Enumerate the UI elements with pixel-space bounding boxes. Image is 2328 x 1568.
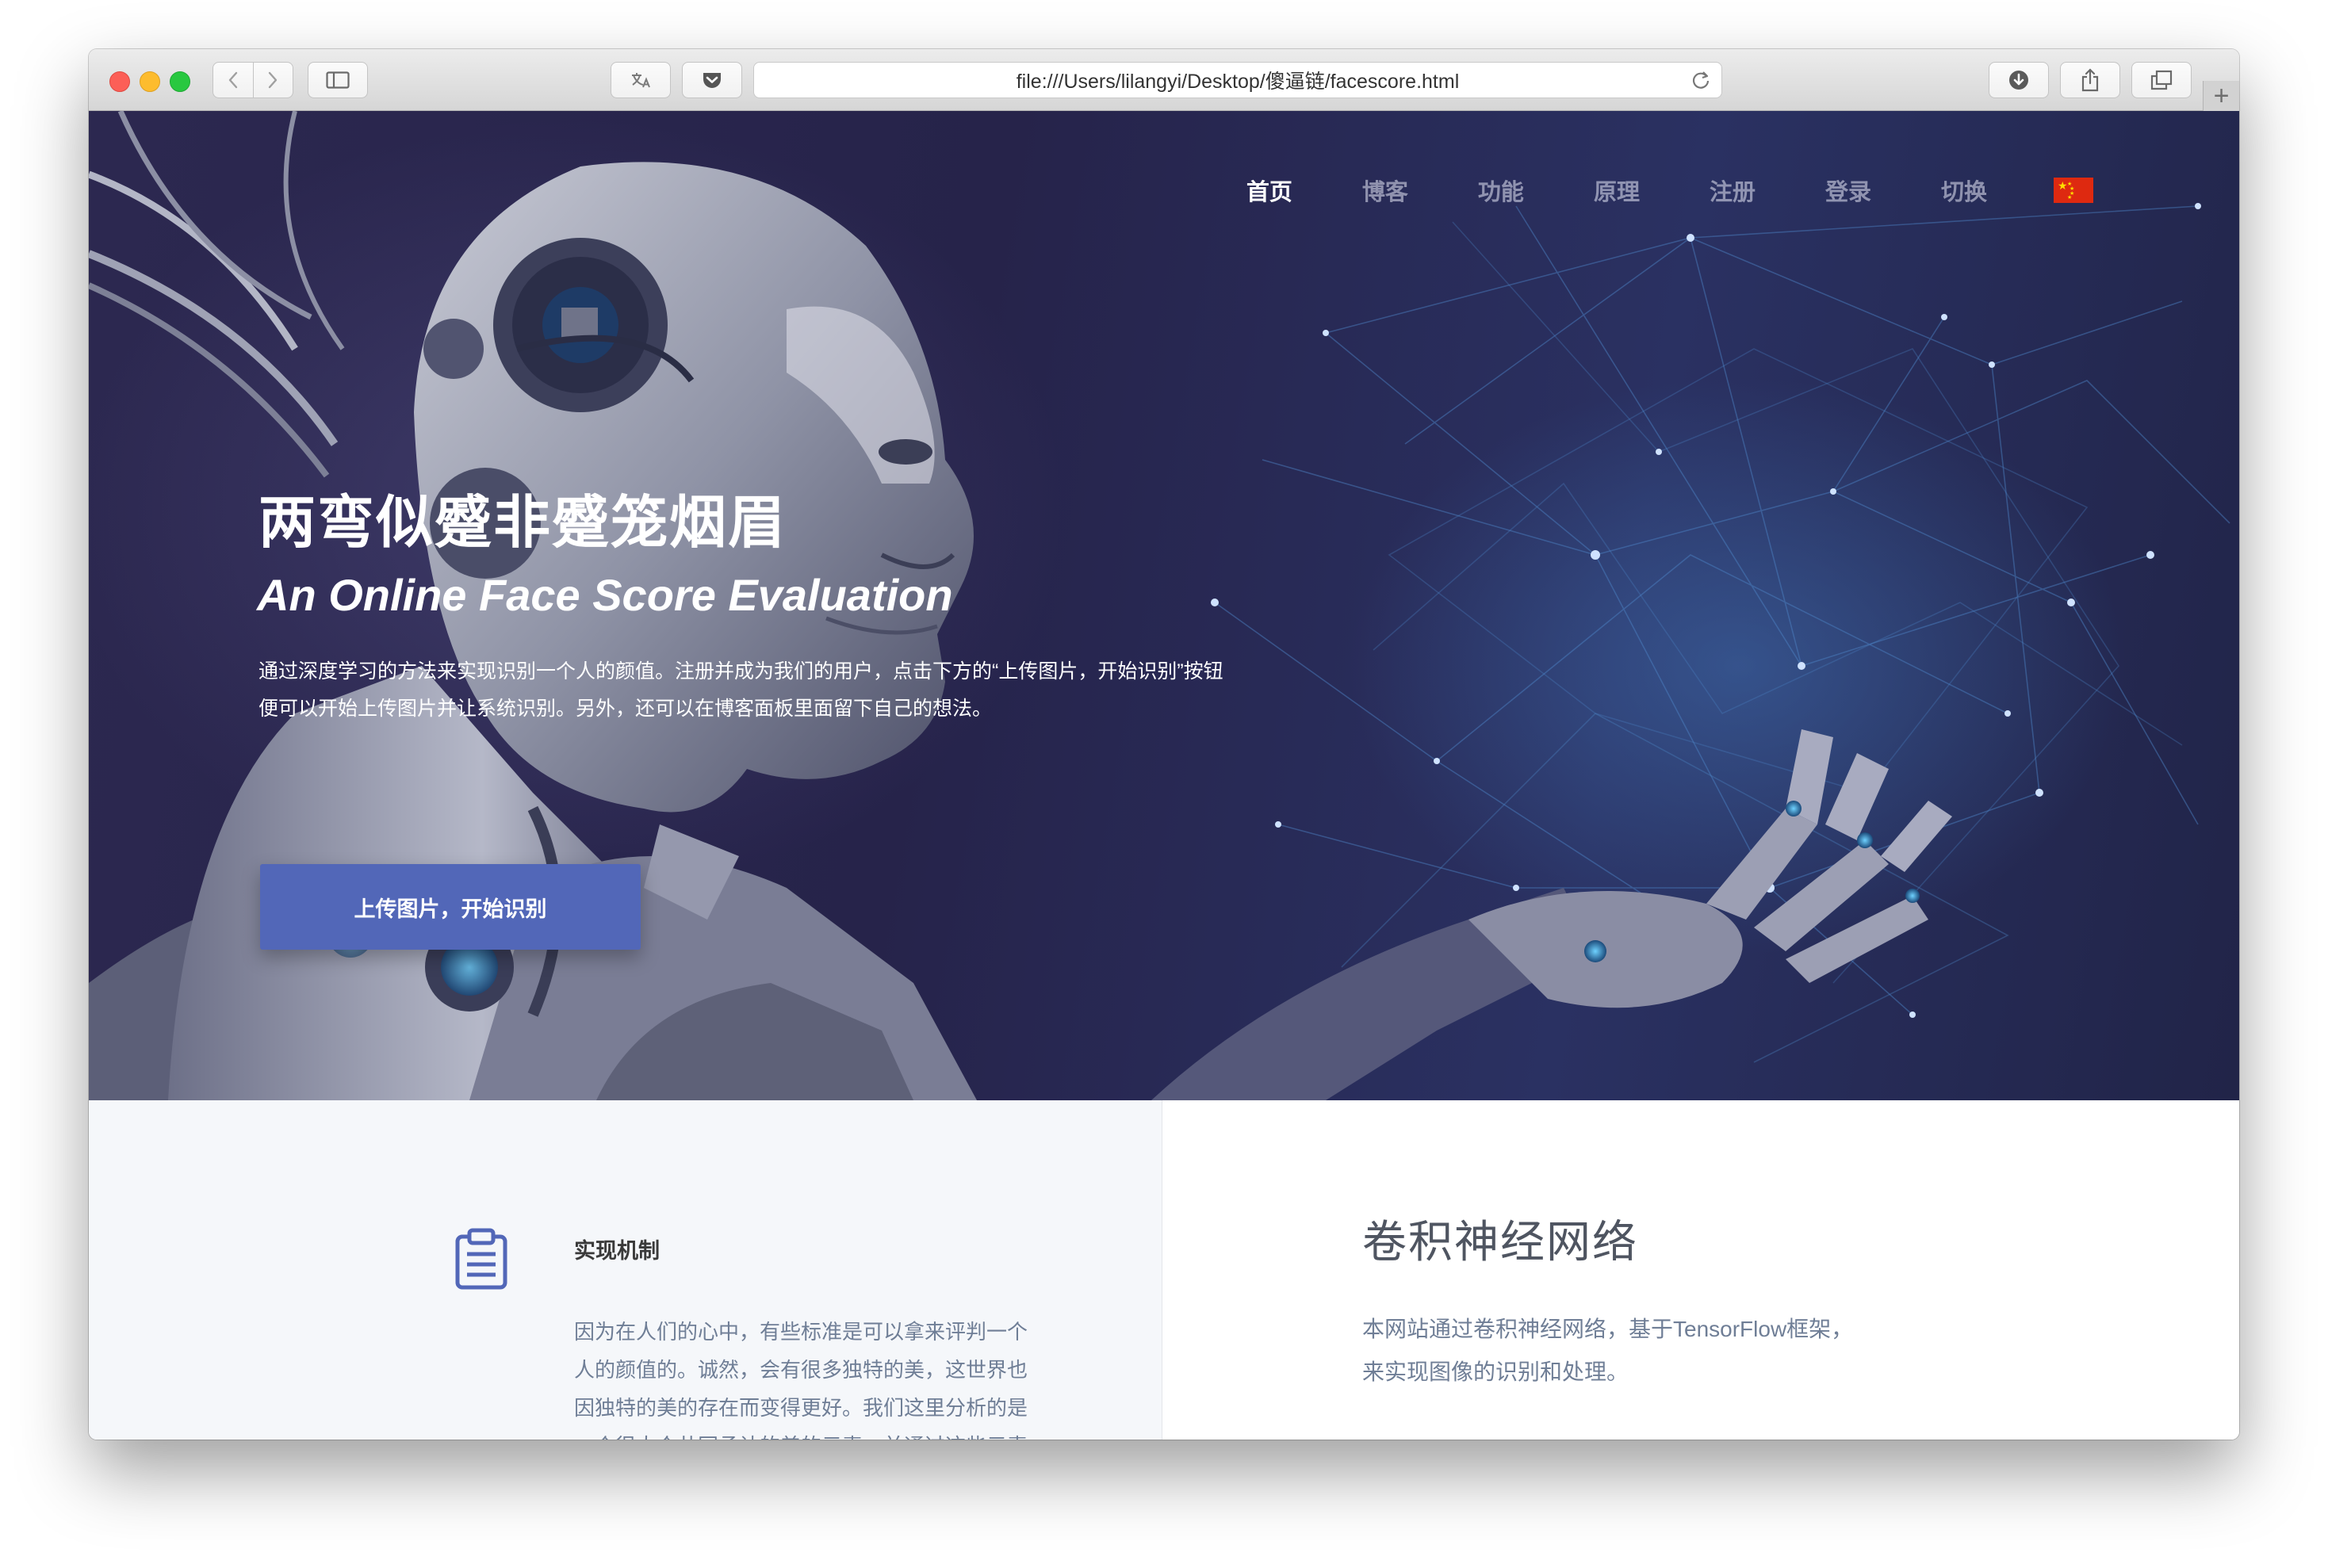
- downloads-button[interactable]: [1989, 62, 2049, 98]
- hero-section: 首页 博客 功能 原理 注册 登录 切换 ★ ★ ★ ★ ★ 两弯似蹙非蹙笼烟眉…: [89, 111, 2239, 1100]
- new-tab-button[interactable]: +: [2203, 81, 2239, 111]
- feature-title: 实现机制: [574, 1239, 660, 1263]
- browser-toolbar: file:///Users/lilangyi/Desktop/傻逼链/faces…: [89, 49, 2239, 111]
- pocket-icon: [703, 73, 721, 88]
- clipboard-icon: [455, 1228, 507, 1290]
- forward-button[interactable]: [252, 63, 293, 98]
- pocket-button[interactable]: [682, 62, 742, 98]
- cnn-title: 卷积神经网络: [1362, 1217, 1638, 1267]
- feature-text: 因为在人们的心中，有些标准是可以拿来评判一个人的颜值的。诚然，会有很多独特的美，…: [574, 1320, 1028, 1440]
- hero-description: 通过深度学习的方法来实现识别一个人的颜值。注册并成为我们的用户，点击下方的“上传…: [258, 660, 1223, 720]
- nav-item-register[interactable]: 注册: [1710, 174, 1756, 207]
- china-flag-icon[interactable]: ★ ★ ★ ★ ★: [2054, 178, 2093, 203]
- close-window-button[interactable]: [109, 71, 130, 92]
- tabs-icon: [2150, 70, 2173, 90]
- translate-icon: [632, 73, 650, 88]
- reader-button[interactable]: [611, 62, 671, 98]
- nav-item-features[interactable]: 功能: [1478, 174, 1524, 207]
- chevron-right-icon: [269, 71, 278, 89]
- cnn-text-line-1: 本网站通过卷积神经网络，基于TensorFlow框架，: [1362, 1317, 1854, 1341]
- feature-panel: 实现机制 因为在人们的心中，有些标准是可以拿来评判一个人的颜值的。诚然，会有很多…: [89, 1100, 1162, 1440]
- nav-item-login[interactable]: 登录: [1825, 174, 1871, 207]
- back-button[interactable]: [213, 63, 253, 98]
- minimize-window-button[interactable]: [140, 71, 160, 92]
- nav-item-blog[interactable]: 博客: [1362, 174, 1408, 207]
- sidebar-toggle-button[interactable]: [308, 62, 368, 98]
- browser-window: file:///Users/lilangyi/Desktop/傻逼链/faces…: [89, 49, 2239, 1440]
- upload-image-button[interactable]: 上传图片，开始识别: [260, 864, 641, 950]
- sidebar-icon: [326, 71, 350, 89]
- cnn-text-line-2: 来实现图像的识别和处理。: [1362, 1360, 1629, 1384]
- hero-title: 两弯似蹙非蹙笼烟眉: [258, 491, 787, 555]
- robot-hand: [1151, 729, 1952, 1100]
- tabs-overview-button[interactable]: [2131, 62, 2192, 98]
- top-navigation: 首页 博客 功能 原理 注册 登录 切换 ★ ★ ★ ★ ★: [1177, 174, 2093, 206]
- share-icon: [2081, 68, 2099, 92]
- cnn-panel: 卷积神经网络 本网站通过卷积神经网络，基于TensorFlow框架， 来实现图像…: [1162, 1100, 2239, 1440]
- nav-item-switch[interactable]: 切换: [1941, 174, 1987, 207]
- nav-item-principle[interactable]: 原理: [1594, 174, 1640, 207]
- network-nodes: [1211, 203, 2201, 1018]
- address-bar[interactable]: file:///Users/lilangyi/Desktop/傻逼链/faces…: [753, 62, 1722, 98]
- chevron-left-icon: [228, 71, 237, 89]
- cnn-text: 本网站通过卷积神经网络，基于TensorFlow框架， 来实现图像的识别和处理。: [1362, 1308, 1933, 1394]
- download-icon: [2009, 71, 2028, 90]
- reload-icon[interactable]: [1690, 69, 1712, 91]
- url-text: file:///Users/lilangyi/Desktop/傻逼链/faces…: [1016, 71, 1460, 93]
- zoom-window-button[interactable]: [170, 71, 190, 92]
- history-nav-group: [213, 62, 293, 98]
- hero-subtitle: An Online Face Score Evaluation: [257, 570, 953, 620]
- share-button[interactable]: [2060, 62, 2120, 98]
- nav-item-home[interactable]: 首页: [1246, 174, 1292, 207]
- plus-icon: +: [2213, 80, 2230, 111]
